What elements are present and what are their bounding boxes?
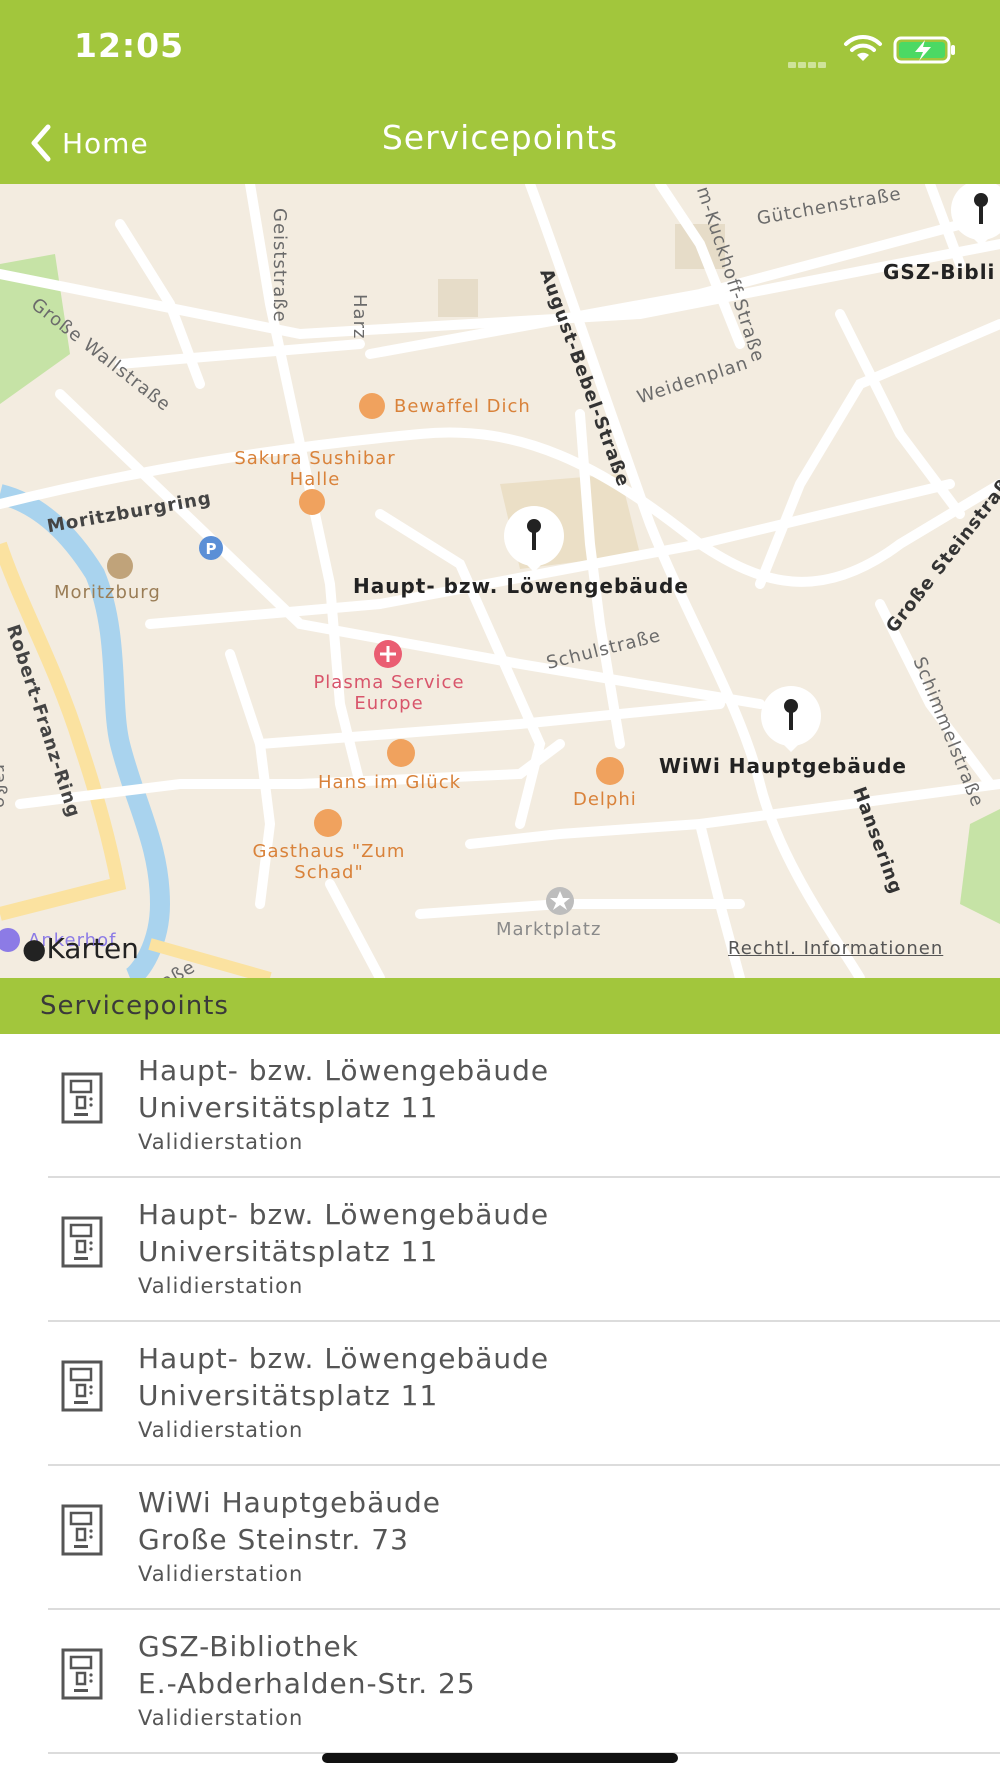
ticket-machine-icon — [61, 1504, 103, 1556]
list-item[interactable]: Haupt- bzw. Löwengebäude Universitätspla… — [0, 1178, 1000, 1322]
section-header-label: Servicepoints — [40, 991, 229, 1021]
battery-charging-icon — [893, 36, 955, 64]
pin-label[interactable]: Haupt- bzw. Löwengebäude — [353, 574, 689, 598]
page-title: Servicepoints — [381, 118, 619, 157]
section-header: Servicepoints — [0, 978, 1000, 1034]
servicepoint-address: Universitätsplatz 11 — [138, 1091, 439, 1124]
map-pin-icon[interactable] — [499, 506, 569, 572]
poi-label[interactable]: Marktplatz — [496, 919, 601, 940]
servicepoint-type: Validierstation — [138, 1418, 304, 1442]
legal-info-link[interactable]: Rechtl. Informationen — [728, 938, 943, 959]
pin-label[interactable]: GSZ-Bibli — [883, 260, 995, 284]
maps-logo: ●Karten — [22, 932, 139, 965]
street-label: raße — [0, 764, 10, 809]
map-pin-icon[interactable] — [946, 184, 1000, 246]
poi-label[interactable]: Plasma Service Europe — [294, 672, 484, 714]
list-item[interactable]: GSZ-Bibliothek E.-Abderhalden-Str. 25 Va… — [0, 1610, 1000, 1754]
cellular-signal-icon — [788, 53, 832, 68]
ticket-machine-icon — [61, 1072, 103, 1124]
pin-label[interactable]: WiWi Hauptgebäude — [659, 754, 907, 778]
servicepoint-list: Haupt- bzw. Löwengebäude Universitätspla… — [0, 1034, 1000, 1754]
servicepoint-type: Validierstation — [138, 1562, 304, 1586]
status-time: 12:05 — [74, 26, 185, 65]
poi-label[interactable]: Delphi — [573, 789, 637, 810]
servicepoint-name: Haupt- bzw. Löwengebäude — [138, 1198, 550, 1231]
poi-label[interactable]: Sakura Sushibar Halle — [225, 448, 405, 490]
list-item[interactable]: Haupt- bzw. Löwengebäude Universitätspla… — [0, 1322, 1000, 1466]
navigation-bar: 12:05 Home Servicepoints — [0, 0, 1000, 184]
servicepoint-address: Universitätsplatz 11 — [138, 1235, 439, 1268]
servicepoint-name: WiWi Hauptgebäude — [138, 1486, 441, 1519]
street-label: Harz — [349, 294, 370, 340]
servicepoint-type: Validierstation — [138, 1274, 304, 1298]
poi-label[interactable]: Moritzburg — [54, 582, 161, 603]
poi-label[interactable]: Bewaffel Dich — [394, 396, 531, 417]
wifi-icon — [844, 34, 882, 61]
servicepoint-address: Große Steinstr. 73 — [138, 1523, 409, 1556]
ticket-machine-icon — [61, 1648, 103, 1700]
servicepoint-address: Universitätsplatz 11 — [138, 1379, 439, 1412]
poi-label[interactable]: Gasthaus "Zum Schad" — [244, 841, 414, 883]
list-item[interactable]: Haupt- bzw. Löwengebäude Universitätspla… — [0, 1034, 1000, 1178]
poi-label[interactable]: Hans im Glück — [318, 772, 461, 793]
home-indicator[interactable] — [322, 1753, 678, 1763]
svg-text:P: P — [206, 540, 217, 558]
list-item[interactable]: WiWi Hauptgebäude Große Steinstr. 73 Val… — [0, 1466, 1000, 1610]
apple-logo-icon: ● — [22, 932, 47, 965]
ticket-machine-icon — [61, 1360, 103, 1412]
map-pin-icon[interactable] — [756, 686, 826, 752]
servicepoint-address: E.-Abderhalden-Str. 25 — [138, 1667, 476, 1700]
street-label: Geiststraße — [269, 208, 290, 323]
ticket-machine-icon — [61, 1216, 103, 1268]
map-view[interactable]: P Gütchenstraße Geiststraße Harz August-… — [0, 184, 1000, 978]
servicepoint-name: Haupt- bzw. Löwengebäude — [138, 1342, 550, 1375]
servicepoint-name: GSZ-Bibliothek — [138, 1630, 359, 1663]
servicepoint-type: Validierstation — [138, 1130, 304, 1154]
servicepoint-type: Validierstation — [138, 1706, 304, 1730]
servicepoint-name: Haupt- bzw. Löwengebäude — [138, 1054, 550, 1087]
